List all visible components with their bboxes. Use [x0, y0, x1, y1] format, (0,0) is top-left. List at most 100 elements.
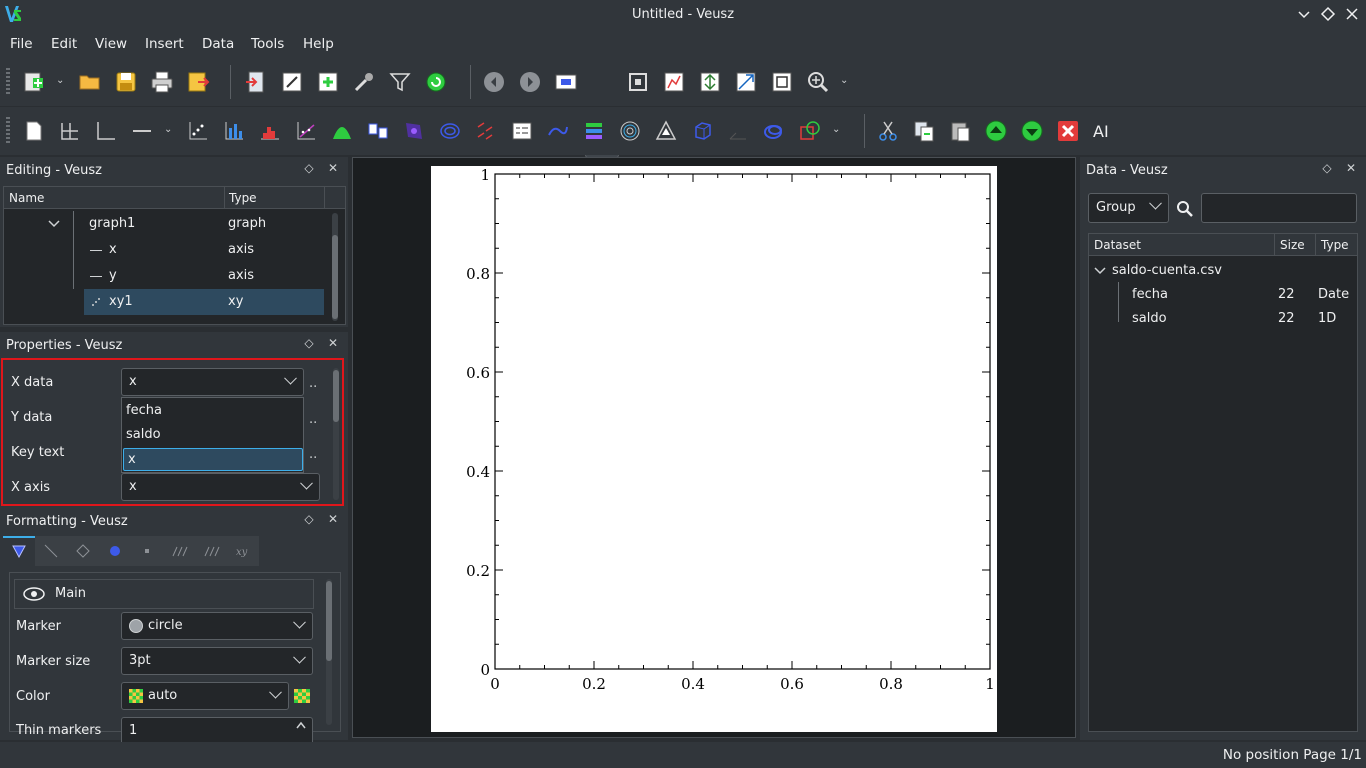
menu-view[interactable]: View — [95, 36, 127, 52]
float-icon[interactable]: ◇ — [302, 161, 316, 175]
chevron-up-icon[interactable] — [296, 721, 306, 729]
dropdown-option-x[interactable]: x — [123, 448, 303, 471]
add-key-icon[interactable] — [510, 119, 534, 143]
create-dataset-icon[interactable] — [316, 70, 340, 94]
shapes-chevron-down-icon[interactable]: ⌄ — [832, 125, 842, 135]
marker-size-combo[interactable]: 3pt — [121, 647, 313, 675]
float-icon[interactable]: ◇ — [302, 336, 316, 350]
x-data-edit-button[interactable]: .. — [309, 376, 317, 391]
filter-data-icon[interactable] — [388, 70, 412, 94]
dataset-row-saldo[interactable]: saldo 22 1D — [1089, 306, 1357, 332]
add-graph-icon[interactable] — [94, 119, 118, 143]
zoom-menu-icon[interactable] — [806, 70, 830, 94]
copy-icon[interactable] — [912, 119, 936, 143]
zoom-graph-icon[interactable] — [662, 70, 686, 94]
add-vector-field-icon[interactable] — [474, 119, 498, 143]
tree-scrollbar-thumb[interactable] — [332, 235, 338, 319]
new-document-icon[interactable] — [22, 70, 46, 94]
chevron-down-icon[interactable] — [1094, 267, 1106, 275]
col-type[interactable]: Type — [1321, 238, 1349, 252]
dataset-search-input[interactable] — [1201, 193, 1357, 223]
zoom-width-icon[interactable] — [698, 70, 722, 94]
dataset-file-row[interactable]: saldo-cuenta.csv — [1089, 258, 1357, 284]
add-histogram-icon[interactable] — [258, 119, 282, 143]
add-xy-icon[interactable] — [186, 119, 210, 143]
toolbar-grip[interactable] — [6, 68, 10, 96]
add-ternary-icon[interactable] — [654, 119, 678, 143]
dropdown-option-fecha[interactable]: fecha — [126, 403, 162, 418]
col-name[interactable]: Name — [9, 191, 44, 205]
rename-icon[interactable]: AI — [1092, 119, 1116, 143]
zoom-chevron-down-icon[interactable]: ⌄ — [840, 76, 850, 86]
minimize-icon[interactable] — [1296, 6, 1312, 22]
reload-data-icon[interactable] — [424, 70, 448, 94]
add-image-icon[interactable] — [402, 119, 426, 143]
group-combo[interactable]: Group — [1088, 193, 1169, 223]
import-data-icon[interactable] — [244, 70, 268, 94]
add-3d-scene-icon[interactable] — [690, 119, 714, 143]
move-down-icon[interactable] — [1020, 119, 1044, 143]
add-3d-graph-icon[interactable] — [726, 119, 750, 143]
axis-chevron-down-icon[interactable]: ⌄ — [164, 125, 174, 135]
move-up-icon[interactable] — [984, 119, 1008, 143]
properties-scrollbar-thumb[interactable] — [333, 370, 339, 422]
thin-markers-spinbox[interactable]: 1 — [121, 717, 313, 745]
x-data-combo[interactable]: x — [121, 368, 304, 396]
zoom-page-icon[interactable] — [770, 70, 794, 94]
close-icon[interactable]: ✕ — [326, 512, 340, 526]
col-size[interactable]: Size — [1280, 238, 1305, 252]
graph[interactable]: 0 0.2 0.4 0.6 0.8 1 0 0.2 0.4 0.6 0.8 1 — [431, 166, 997, 732]
float-icon[interactable]: ◇ — [302, 512, 316, 526]
y-data-edit-button[interactable]: .. — [309, 412, 317, 427]
toolbar-grip[interactable] — [6, 117, 10, 145]
x-axis-combo[interactable]: x — [121, 473, 320, 501]
key-text-edit-button[interactable]: .. — [309, 447, 317, 462]
maximize-icon[interactable] — [1320, 6, 1336, 22]
marker-combo[interactable]: circle — [121, 612, 313, 640]
color-combo[interactable]: auto — [121, 682, 289, 710]
close-window-icon[interactable] — [1344, 6, 1360, 22]
menu-data[interactable]: Data — [202, 36, 234, 52]
view-fullscreen-icon[interactable] — [554, 70, 578, 94]
add-colorbar-icon[interactable] — [582, 119, 606, 143]
tab-fill-below-icon[interactable] — [172, 544, 190, 558]
tab-labels-icon[interactable]: xy — [236, 544, 254, 558]
add-fit-icon[interactable] — [294, 119, 318, 143]
delete-icon[interactable] — [1056, 119, 1080, 143]
tab-marker-fill-icon[interactable] — [108, 544, 122, 558]
dataset-row-fecha[interactable]: fecha 22 Date — [1089, 282, 1357, 308]
add-boxplot-icon[interactable] — [366, 119, 390, 143]
add-label-icon[interactable] — [546, 119, 570, 143]
capture-data-icon[interactable] — [352, 70, 376, 94]
add-function-icon[interactable] — [330, 119, 354, 143]
float-icon[interactable]: ◇ — [1320, 161, 1334, 175]
menu-insert[interactable]: Insert — [145, 36, 184, 52]
zoom-height-icon[interactable] — [734, 70, 758, 94]
paste-icon[interactable] — [948, 119, 972, 143]
add-polar-icon[interactable] — [618, 119, 642, 143]
close-icon[interactable]: ✕ — [326, 336, 340, 350]
menu-help[interactable]: Help — [303, 36, 334, 52]
previous-page-icon[interactable] — [482, 70, 506, 94]
plot-page[interactable]: 0 0.2 0.4 0.6 0.8 1 0 0.2 0.4 0.6 0.8 1 — [431, 166, 997, 732]
menu-edit[interactable]: Edit — [51, 36, 77, 52]
dropdown-option-saldo[interactable]: saldo — [126, 427, 161, 442]
close-icon[interactable]: ✕ — [1344, 161, 1358, 175]
add-rectangle-icon[interactable] — [798, 119, 822, 143]
col-type[interactable]: Type — [229, 191, 257, 205]
cut-icon[interactable] — [876, 119, 900, 143]
chevron-down-icon[interactable] — [48, 220, 60, 228]
pick-icon[interactable] — [626, 70, 650, 94]
save-icon[interactable] — [114, 70, 138, 94]
col-dataset[interactable]: Dataset — [1094, 238, 1141, 252]
add-shape-icon[interactable] — [762, 119, 786, 143]
add-contour-icon[interactable] — [438, 119, 462, 143]
tab-line-icon[interactable] — [44, 544, 58, 558]
tree-row-graph1[interactable]: graph1 graph — [4, 211, 326, 237]
edit-data-icon[interactable] — [280, 70, 304, 94]
section-main[interactable]: Main — [14, 579, 314, 609]
add-page-icon[interactable] — [22, 119, 46, 143]
plot-canvas[interactable]: 0 0.2 0.4 0.6 0.8 1 0 0.2 0.4 0.6 0.8 1 — [352, 157, 1076, 738]
menu-file[interactable]: File — [10, 36, 33, 52]
add-axis-icon[interactable] — [130, 119, 154, 143]
